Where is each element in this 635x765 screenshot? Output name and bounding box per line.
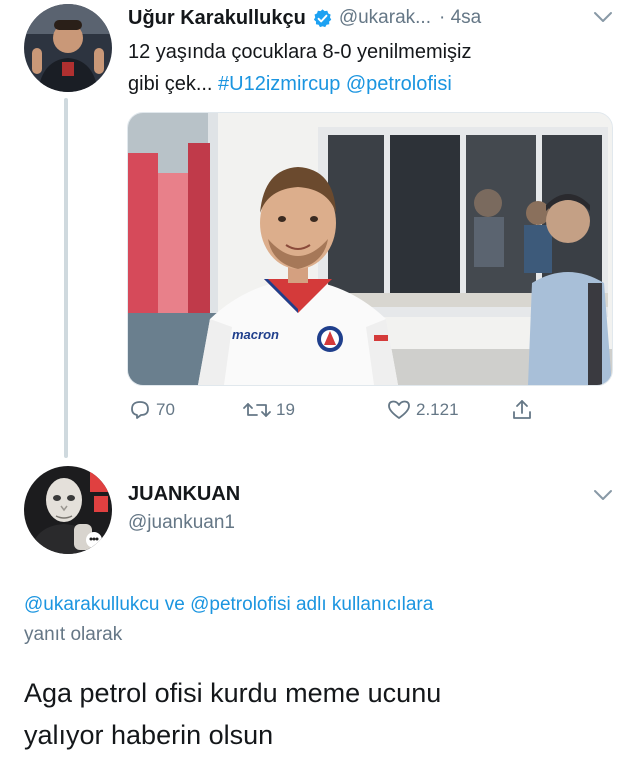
reply-text-line2: yalıyor haberin olsun	[24, 720, 274, 750]
reply-author-display-name[interactable]: JUANKUAN	[128, 480, 568, 508]
jersey-brand-text: macron	[232, 327, 279, 342]
retweet-button[interactable]: 19	[242, 398, 295, 422]
reply-author-handle[interactable]: @juankuan1	[128, 508, 568, 538]
replying-to-context: @ukarakullukcu ve @petrolofisi adlı kull…	[24, 590, 614, 650]
hashtag-link[interactable]: #U12izmircup	[218, 73, 340, 95]
thread-connector-line	[64, 98, 68, 458]
tweet-text: 12 yaşında çocuklara 8-0 yenilmemişiz gi…	[128, 36, 608, 100]
reply-text-line1: Aga petrol ofisi kurdu meme ucunu	[24, 678, 442, 708]
mention-link[interactable]: @petrolofisi	[346, 73, 452, 95]
reply-to-mention-1[interactable]: @ukarakullukcu	[24, 594, 159, 615]
reply-header: JUANKUAN @juankuan1	[128, 480, 568, 538]
retweet-icon	[243, 403, 271, 417]
reply-to-connector: ve	[159, 594, 191, 615]
heart-icon	[388, 400, 410, 419]
reply-to-mention-2[interactable]: @petrolofisi	[190, 594, 291, 615]
tweet-action-bar: 70 19 2.121	[128, 398, 548, 428]
reply-icon	[131, 401, 149, 419]
tweet-timestamp[interactable]: · 4sa	[439, 7, 481, 29]
share-icon	[513, 400, 531, 419]
reply-to-suffix: yanıt olarak	[24, 624, 123, 645]
verified-badge-icon	[313, 8, 332, 27]
reply-count: 70	[156, 400, 175, 419]
author-avatar[interactable]	[24, 4, 112, 92]
chevron-down-icon[interactable]	[592, 10, 614, 24]
author-display-name[interactable]: Uğur Karakullukçu	[128, 7, 306, 30]
tweet-header: Uğur Karakullukçu @ukarak... · 4sa	[128, 4, 618, 32]
tweet-text-line2: gibi çek...	[128, 73, 219, 95]
reply-author-avatar[interactable]	[24, 466, 112, 554]
tweet-text-line1: 12 yaşında çocuklara 8-0 yenilmemişiz	[128, 41, 472, 63]
author-handle[interactable]: @ukarak...	[339, 7, 431, 29]
tweet-photo[interactable]: macron	[127, 112, 613, 386]
retweet-count: 19	[276, 400, 295, 419]
reply-button[interactable]: 70	[128, 398, 175, 422]
share-button[interactable]	[510, 398, 538, 422]
chevron-down-icon[interactable]	[592, 488, 614, 502]
like-button[interactable]: 2.121	[386, 398, 459, 422]
like-count: 2.121	[416, 400, 459, 419]
reply-to-tail[interactable]: adlı kullanıcılara	[291, 594, 433, 615]
reply-tweet-text: Aga petrol ofisi kurdu meme ucunu yalıyo…	[24, 672, 624, 756]
